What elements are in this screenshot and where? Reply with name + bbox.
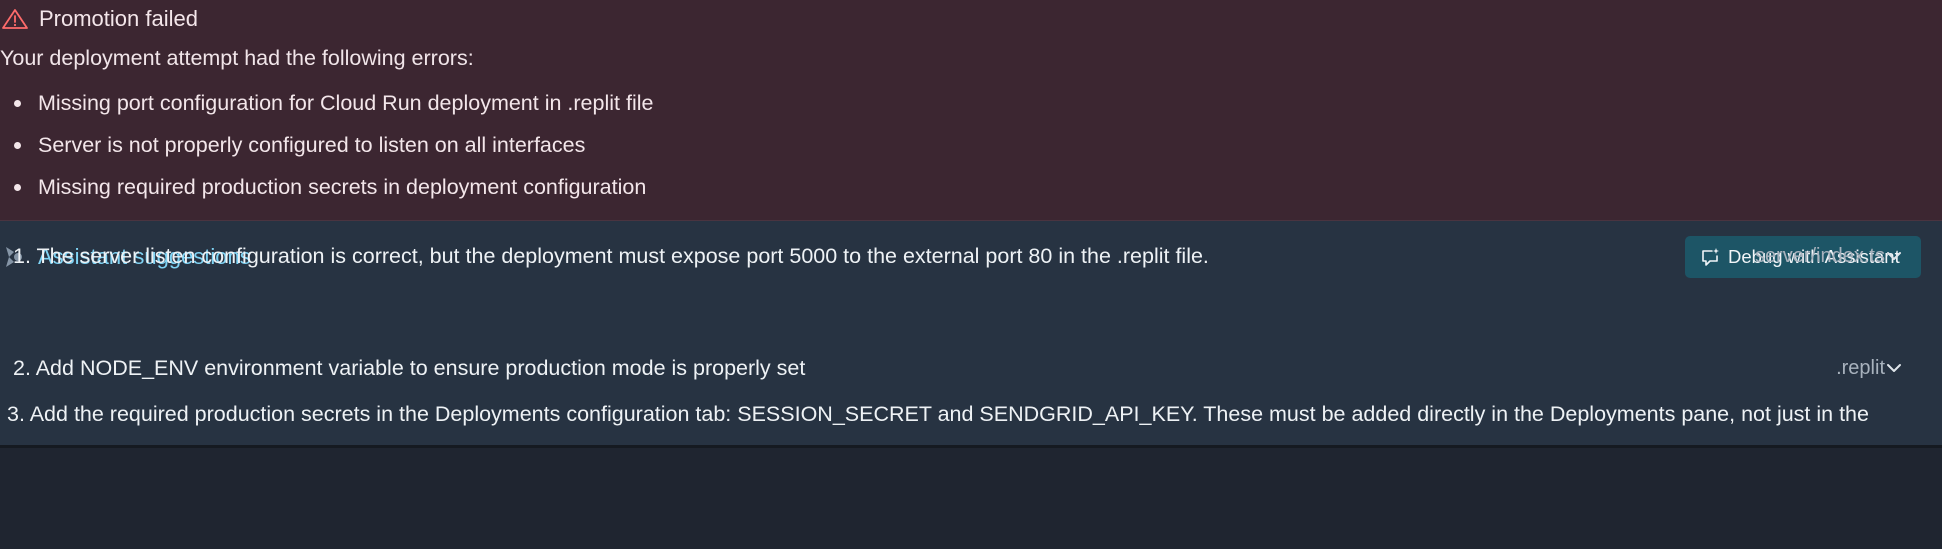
suggestion-item-3: 3. Add the required production secrets i… [0,398,1942,430]
error-list: Missing port configuration for Cloud Run… [0,90,653,216]
error-intro: Your deployment attempt had the followin… [0,46,474,70]
warning-triangle-icon [2,9,28,29]
file-link-server-index[interactable]: server/index.ts [1755,240,1885,272]
suggestion-text: 1. The server listen configuration is co… [13,244,1209,268]
suggestion-item-2: 2. Add NODE_ENV environment variable to … [0,352,1942,384]
suggestion-text: 2. Add NODE_ENV environment variable to … [13,356,806,380]
error-item: Server is not properly configured to lis… [0,132,653,174]
file-link-replit[interactable]: .replit [1836,352,1885,384]
suggestion-item [0,517,1942,549]
error-item: Missing port configuration for Cloud Run… [0,90,653,132]
suggestion-text: 3. Add the required production secrets i… [7,402,1869,426]
error-item: Missing required production secrets in d… [0,174,653,216]
suggestion-item-1: 1. The server listen configuration is co… [0,240,1942,272]
chevron-down-icon[interactable] [1884,248,1904,264]
error-header: Promotion failed [0,4,198,34]
error-panel: Promotion failed Your deployment attempt… [0,0,1942,221]
chevron-down-icon[interactable] [1884,360,1904,376]
error-title: Promotion failed [39,6,198,31]
